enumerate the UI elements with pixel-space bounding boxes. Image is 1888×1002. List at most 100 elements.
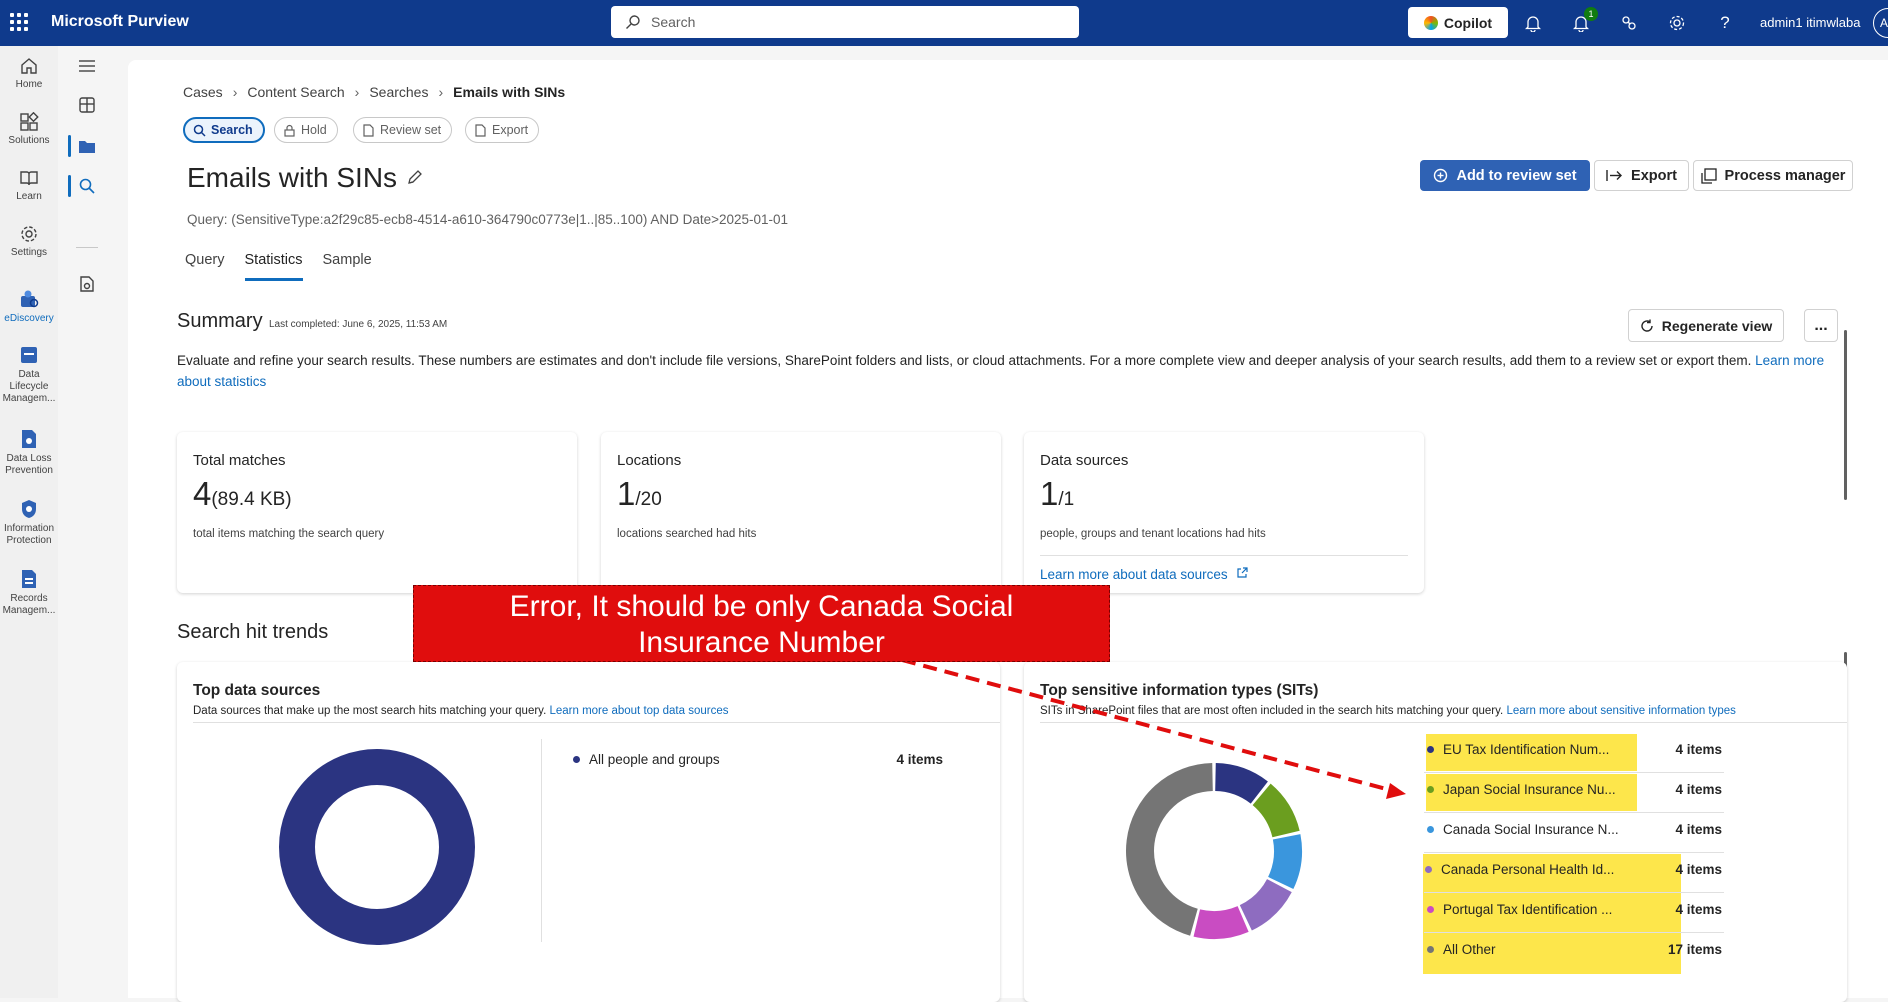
card-value: 4(89.4 KB) <box>193 475 292 513</box>
cases-icon[interactable] <box>76 135 98 157</box>
legend-item-sit[interactable]: EU Tax Identification Num... <box>1427 742 1609 757</box>
regenerate-label: Regenerate view <box>1661 317 1773 334</box>
legend-dot <box>1427 786 1434 793</box>
edit-pencil-icon[interactable] <box>406 168 424 186</box>
donut-slice[interactable] <box>1193 905 1249 939</box>
feedback-icon[interactable] <box>1618 12 1640 34</box>
scrollbar-thumb[interactable] <box>1844 330 1847 500</box>
legend-item-sit[interactable]: Canada Social Insurance N... <box>1427 822 1619 837</box>
review-set-pill-button[interactable]: Review set <box>353 117 453 143</box>
app-launcher-icon[interactable] <box>10 13 28 31</box>
process-manager-button[interactable]: Process manager <box>1693 160 1853 191</box>
rail-label-solutions: Solutions <box>8 135 50 146</box>
rail-item-home[interactable]: Home <box>0 56 58 91</box>
active-indicator <box>68 135 71 157</box>
regenerate-view-button[interactable]: Regenerate view <box>1628 309 1784 342</box>
card-value: 1/20 <box>617 475 662 513</box>
top-sits-donut <box>1126 763 1302 939</box>
learn-icon <box>20 171 38 186</box>
card-value-suffix: /1 <box>1058 489 1075 510</box>
card-value-suffix: (89.4 KB) <box>211 489 292 510</box>
bell-icon[interactable] <box>1522 12 1544 34</box>
legend-item-all-people[interactable]: All people and groups <box>573 752 720 767</box>
rail-label-records: Records Managem... <box>2 593 56 616</box>
learn-more-sits-link[interactable]: Learn more about sensitive information t… <box>1506 705 1735 717</box>
breadcrumb-searches[interactable]: Searches <box>369 84 428 100</box>
document-search-icon[interactable] <box>76 273 98 295</box>
pill-label: Search <box>211 123 253 137</box>
rail-item-solutions[interactable]: Solutions <box>0 112 58 147</box>
copilot-button[interactable]: Copilot <box>1408 7 1508 38</box>
card-description: total items matching the search query <box>193 528 385 540</box>
legend-item-sit[interactable]: All Other <box>1427 942 1496 957</box>
callout-line-2: Insurance Number <box>638 626 885 659</box>
data-lifecycle-icon <box>21 347 37 363</box>
content-search-icon[interactable] <box>76 175 98 197</box>
hold-pill-button[interactable]: Hold <box>274 117 338 143</box>
legend-item-sit[interactable]: Japan Social Insurance Nu... <box>1427 782 1616 797</box>
export-pill-button[interactable]: Export <box>465 117 540 143</box>
export-label: Export <box>1631 167 1677 184</box>
rail-item-data-lifecycle[interactable]: Data Lifecycle Managem... <box>0 344 58 405</box>
top-bar: Microsoft Purview Search Copilot 1 ? adm… <box>0 0 1888 46</box>
search-input[interactable]: Search <box>611 6 1079 38</box>
legend-dot <box>1425 866 1432 873</box>
legend-item-sit[interactable]: Canada Personal Health Id... <box>1425 862 1614 877</box>
search-pill-button[interactable]: Search <box>183 117 265 143</box>
error-callout: Error, It should be only Canada Social I… <box>413 585 1110 662</box>
external-link-icon <box>1237 567 1248 578</box>
card-value-number: 1 <box>617 475 636 512</box>
donut-slice[interactable] <box>1126 763 1214 936</box>
breadcrumb: Cases › Content Search › Searches › Emai… <box>183 84 565 100</box>
more-options-button[interactable]: ... <box>1804 309 1838 342</box>
card-title: Total matches <box>193 452 286 469</box>
export-button[interactable]: Export <box>1594 160 1689 191</box>
tab-query[interactable]: Query <box>185 252 225 281</box>
legend-divider <box>1424 772 1724 773</box>
search-hit-trends-title: Search hit trends <box>177 621 329 643</box>
learn-more-data-sources-link[interactable]: Learn more about data sources <box>1040 567 1248 582</box>
total-matches-card: Total matches 4(89.4 KB) total items mat… <box>177 432 577 593</box>
panel-title: Top sensitive information types (SITs) <box>1040 682 1319 699</box>
locations-card: Locations 1/20 locations searched had hi… <box>601 432 1001 593</box>
tab-sample[interactable]: Sample <box>323 252 372 281</box>
records-icon <box>22 570 36 588</box>
donut-slice[interactable] <box>1267 834 1302 890</box>
review-set-icon <box>363 123 374 137</box>
legend-dot <box>1427 946 1434 953</box>
gear-icon[interactable] <box>1666 12 1688 34</box>
breadcrumb-content-search[interactable]: Content Search <box>247 84 344 100</box>
app-name[interactable]: Microsoft Purview <box>51 13 189 31</box>
legend-label: Portugal Tax Identification ... <box>1443 902 1613 917</box>
donut-slice[interactable] <box>1239 878 1292 931</box>
help-icon[interactable]: ? <box>1714 12 1736 34</box>
card-value-suffix: /20 <box>635 489 662 510</box>
overview-icon[interactable] <box>76 94 98 116</box>
donut-slice[interactable] <box>1252 783 1300 838</box>
rail-item-settings[interactable]: Settings <box>0 224 58 259</box>
avatar[interactable]: A <box>1873 8 1888 38</box>
rail-label-dlp: Data Loss Prevention <box>5 453 53 476</box>
donut-slice[interactable] <box>1214 763 1268 804</box>
rail-item-records[interactable]: Records Managem... <box>0 568 58 617</box>
card-value: 1/1 <box>1040 475 1074 513</box>
rail-item-information-protection[interactable]: Information Protection <box>0 498 58 547</box>
tab-statistics[interactable]: Statistics <box>244 252 303 281</box>
pill-label: Review set <box>380 123 442 137</box>
rail-item-learn[interactable]: Learn <box>0 168 58 203</box>
user-name[interactable]: admin1 itimwlaba <box>1760 15 1860 30</box>
add-to-review-set-button[interactable]: Add to review set <box>1420 160 1590 191</box>
rail-item-ediscovery[interactable]: eDiscovery <box>0 288 58 325</box>
donut-slice[interactable] <box>279 749 475 945</box>
legend-divider <box>1424 932 1724 933</box>
learn-more-top-data-sources-link[interactable]: Learn more about top data sources <box>549 705 728 717</box>
notification-badge: 1 <box>1584 7 1598 21</box>
legend-value: 4 items <box>896 752 943 767</box>
panel-divider <box>193 722 1000 723</box>
hamburger-menu-icon[interactable] <box>76 55 98 77</box>
legend-item-sit[interactable]: Portugal Tax Identification ... <box>1427 902 1612 917</box>
link-text: Learn more about data sources <box>1040 567 1228 582</box>
rail-item-dlp[interactable]: Data Loss Prevention <box>0 428 58 477</box>
page-title: Emails with SINs <box>187 162 398 193</box>
breadcrumb-cases[interactable]: Cases <box>183 84 223 100</box>
